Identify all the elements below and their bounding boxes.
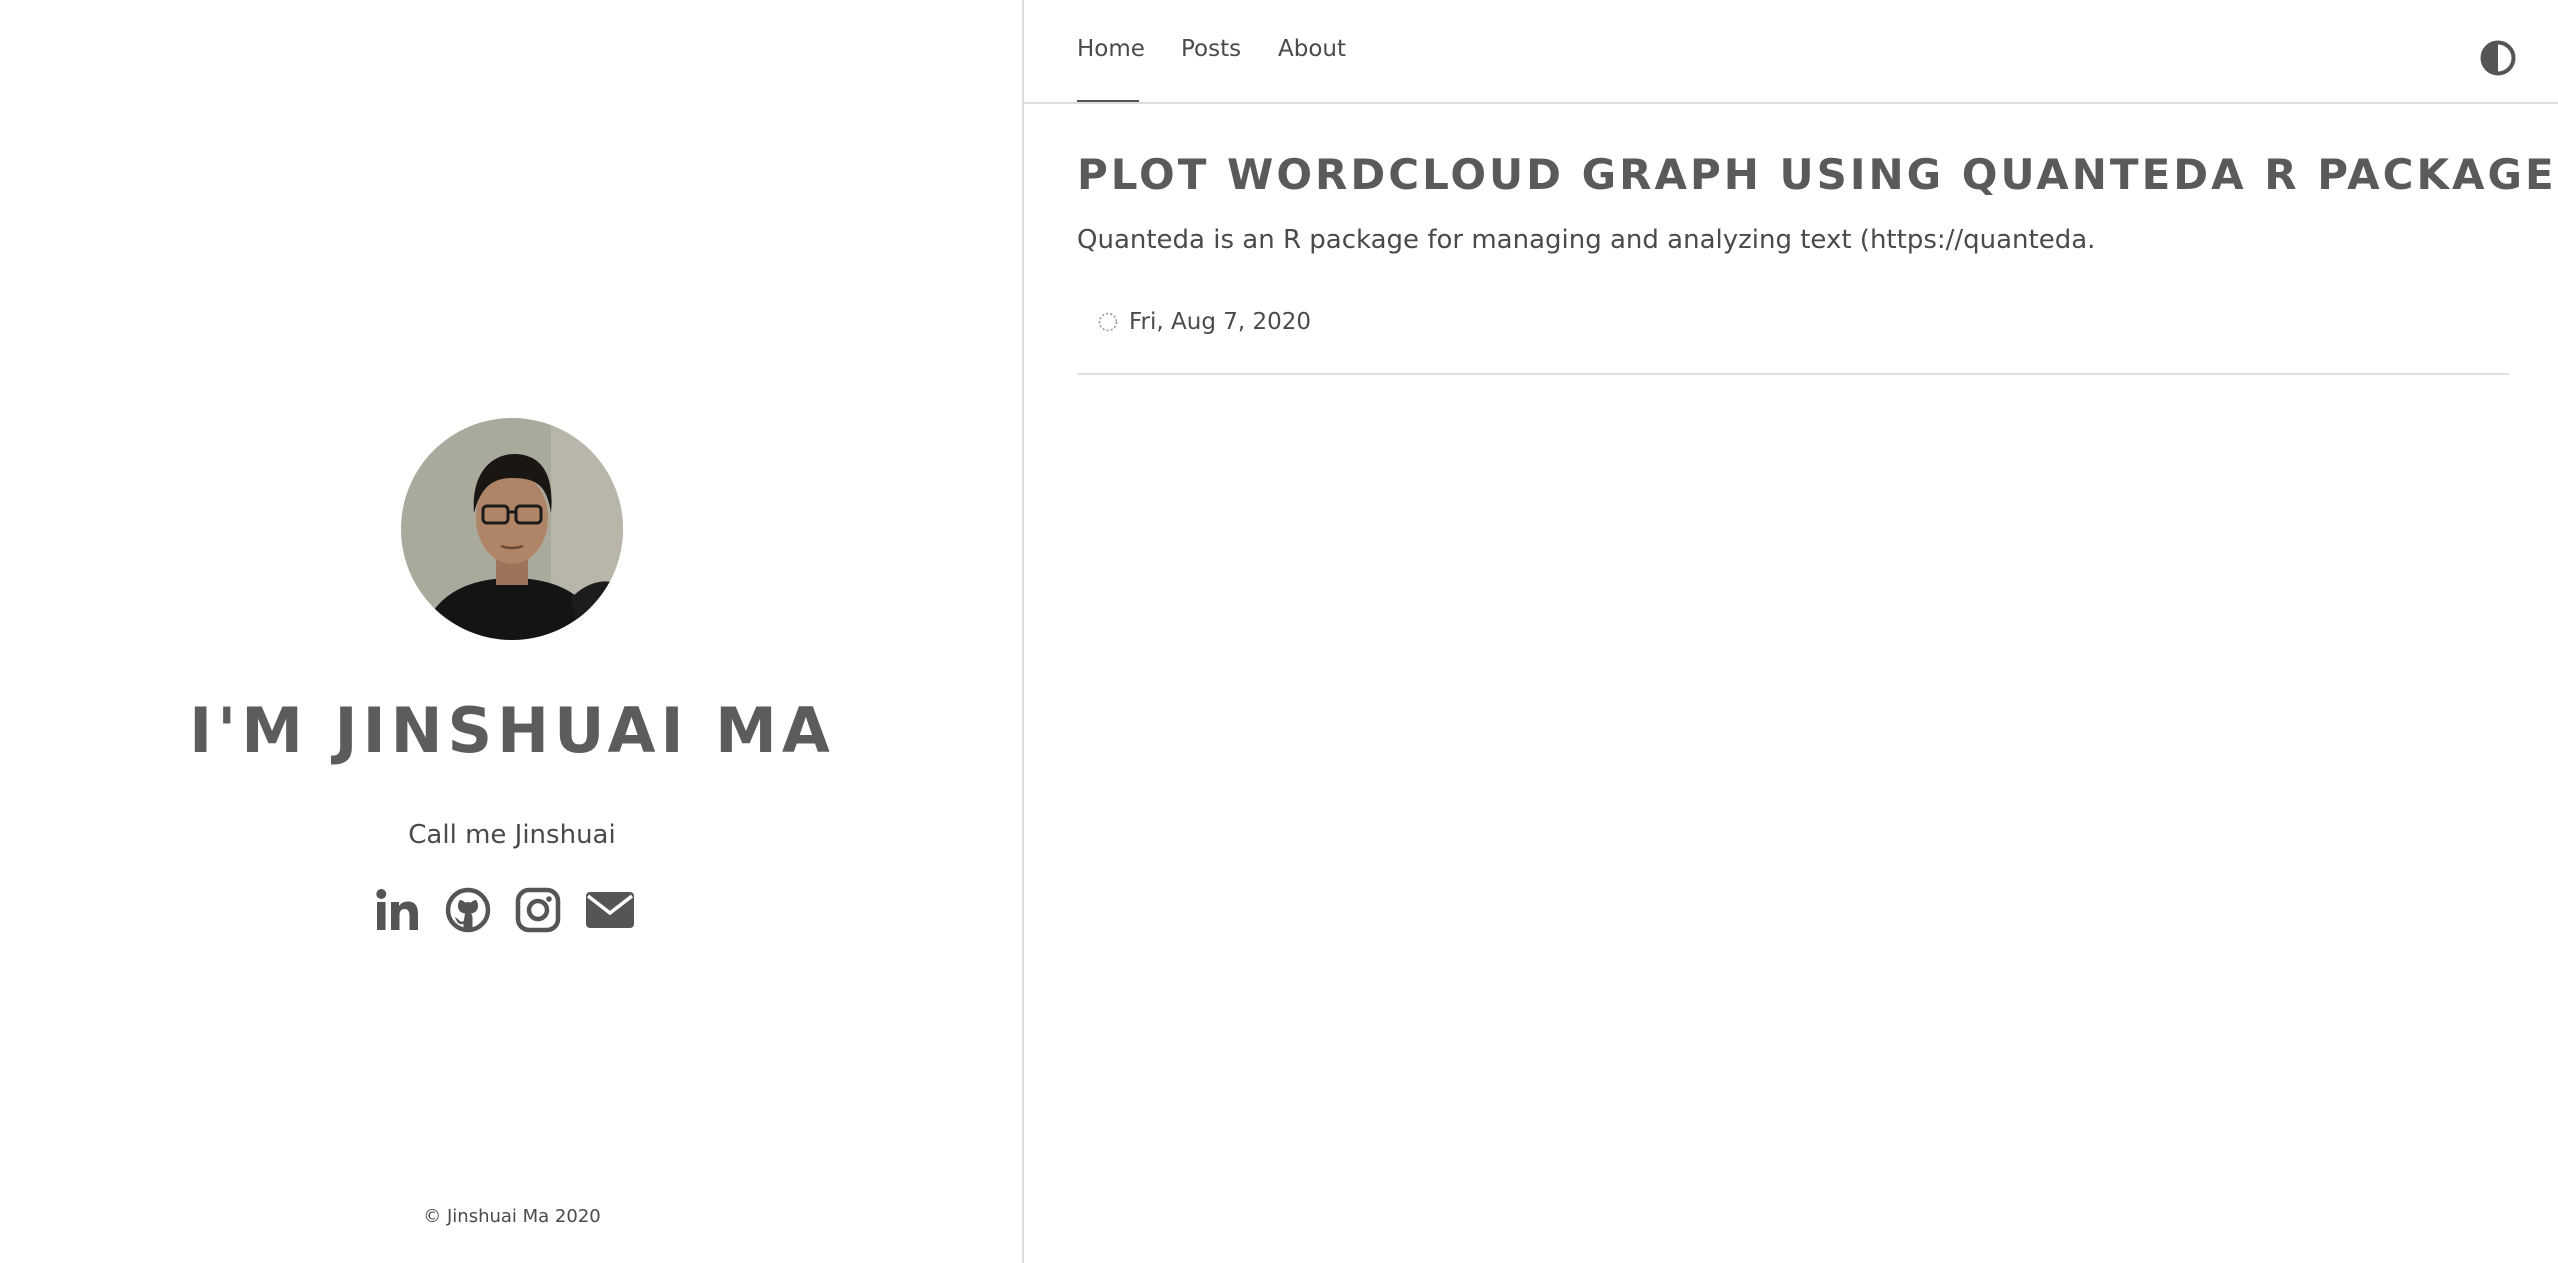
clock-icon bbox=[1098, 312, 1118, 332]
post-meta: Fri, Aug 7, 2020 bbox=[1097, 309, 1311, 335]
profile-tagline: Call me Jinshuai bbox=[408, 820, 616, 850]
avatar-photo-icon bbox=[401, 418, 623, 640]
github-icon bbox=[445, 887, 491, 933]
post-title[interactable]: PLOT WORDCLOUD GRAPH USING QUANTEDA R PA… bbox=[1077, 150, 2557, 199]
theme-toggle-button[interactable] bbox=[2480, 40, 2516, 76]
post-summary: Quanteda is an R package for managing an… bbox=[1077, 225, 2096, 255]
linkedin-icon bbox=[376, 889, 418, 930]
profile-sidebar: I'M JINSHUAI MA Call me Jinshuai © Jinsh… bbox=[0, 0, 1024, 1263]
nav-home[interactable]: Home bbox=[1077, 36, 1145, 62]
email-icon bbox=[586, 892, 634, 928]
nav-posts[interactable]: Posts bbox=[1181, 36, 1241, 62]
active-nav-indicator bbox=[1077, 100, 1139, 102]
half-circle-contrast-icon bbox=[2480, 40, 2516, 76]
github-link[interactable] bbox=[444, 886, 492, 934]
instagram-icon bbox=[515, 887, 561, 933]
post-divider bbox=[1077, 373, 2509, 375]
copyright: © Jinshuai Ma 2020 bbox=[423, 1206, 601, 1227]
linkedin-link[interactable] bbox=[374, 886, 422, 934]
page: I'M JINSHUAI MA Call me Jinshuai © Jinsh… bbox=[0, 0, 2558, 1263]
nav-about[interactable]: About bbox=[1278, 36, 1346, 62]
email-link[interactable] bbox=[584, 886, 636, 934]
post-date: Fri, Aug 7, 2020 bbox=[1129, 309, 1312, 335]
social-links bbox=[374, 884, 650, 936]
profile-name: I'M JINSHUAI MA bbox=[189, 694, 835, 767]
instagram-link[interactable] bbox=[514, 886, 562, 934]
top-nav: Home Posts About bbox=[1024, 0, 2558, 104]
avatar bbox=[401, 418, 623, 640]
